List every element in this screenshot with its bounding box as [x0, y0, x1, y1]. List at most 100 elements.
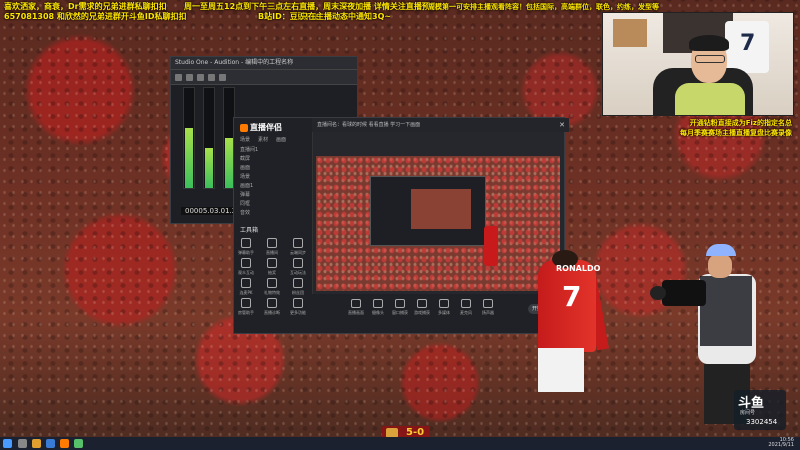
- mixer-channel[interactable]: [203, 87, 215, 189]
- toolbar-icon[interactable]: [175, 73, 182, 81]
- window-icon: [395, 299, 405, 308]
- overlay-right-line2: 每月季赛赛场主播直播复盘比赛录像: [680, 129, 792, 137]
- tool-label: 更多功能: [290, 310, 306, 315]
- toolbar-icon[interactable]: [197, 73, 204, 81]
- browser-icon[interactable]: [46, 439, 55, 448]
- tool-icon: [293, 258, 303, 268]
- folder-icon[interactable]: [32, 439, 41, 448]
- start-icon[interactable]: [3, 439, 12, 448]
- overlay-text-top-right: 周模第一可安排主播观看阵容！包括国际，高端群位，联色，约练，发型等: [428, 3, 659, 11]
- level-meter: [225, 138, 233, 188]
- tool-button[interactable]: 观众互动: [238, 258, 254, 276]
- media-icon: [439, 299, 449, 308]
- microphone-button[interactable]: 麦克风: [456, 299, 476, 316]
- webcam-shirt: [675, 83, 745, 115]
- cameraman-cap: [706, 244, 736, 256]
- stream-preview[interactable]: [316, 156, 560, 291]
- app-icon[interactable]: [74, 439, 83, 448]
- tool-label: 观众互动: [238, 270, 254, 275]
- windows-taskbar: 10:56 2021/9/11: [0, 437, 800, 450]
- source-label: 多媒体: [438, 310, 450, 315]
- tool-button[interactable]: 粉丝团: [290, 278, 306, 296]
- webcam-box: [613, 19, 647, 47]
- tab-material[interactable]: 素材: [258, 136, 268, 143]
- source-camera-button[interactable]: 摄像头: [368, 299, 388, 316]
- overlay-text-line2: 657081308 和欣然的兄弟进群开斗鱼ID私聊扣扣: [4, 12, 187, 21]
- tab-scene[interactable]: 场景: [240, 136, 250, 143]
- cameraman-face: [708, 254, 732, 278]
- clock[interactable]: 10:56 2021/9/11: [768, 438, 794, 448]
- douyu-companion-window[interactable]: 直播伴侣 场景 素材 画面 直播间1 截屏 画面 场景 画面1 弹幕 同框 音效…: [233, 117, 569, 334]
- camera-lens: [650, 286, 666, 300]
- cameraman-vest: [700, 276, 752, 346]
- tool-icon: [241, 258, 251, 268]
- tool-button[interactable]: 连麦PK: [238, 278, 254, 296]
- tool-icon: [241, 298, 251, 308]
- search-icon[interactable]: [18, 439, 27, 448]
- source-window-button[interactable]: 窗口捕获: [390, 299, 410, 316]
- audio-editor-toolbar: [171, 70, 357, 85]
- scene-item[interactable]: 截屏: [240, 155, 250, 162]
- tool-label: 礼物特效: [264, 290, 280, 295]
- overlay-text-line4: 只在主播动态中通知3Q~: [300, 12, 392, 21]
- douyu-badge-sub: 房间号: [740, 410, 756, 416]
- broadcast-camera: [662, 280, 706, 306]
- mixer-channel[interactable]: [183, 87, 195, 189]
- tool-button[interactable]: 云端同步: [290, 238, 306, 256]
- nested-preview-window: [370, 176, 486, 246]
- preview-player: [484, 226, 498, 266]
- tool-button[interactable]: 房管助手: [238, 298, 254, 316]
- tool-label: 粉丝团: [292, 290, 304, 295]
- douyu-sidebar: 直播伴侣 场景 素材 画面 直播间1 截屏 画面 场景 画面1 弹幕 同框 音效…: [234, 118, 313, 333]
- tool-label: 互动玩法: [290, 270, 306, 275]
- toolbar-icon[interactable]: [219, 73, 226, 81]
- toolbar-icon[interactable]: [208, 73, 215, 81]
- close-icon[interactable]: ✕: [559, 118, 565, 132]
- overlay-right-text: 开通钻粉直接成为Fiz的指定名总 每月季赛赛场主播直播复盘比赛录像: [680, 118, 792, 138]
- tool-label: 弹幕助手: [238, 250, 254, 255]
- douyu-room-badge: 斗鱼 房间号 3302454: [734, 390, 786, 430]
- tool-button[interactable]: 礼物特效: [264, 278, 280, 296]
- tools-title: 工具箱: [240, 227, 259, 234]
- scene-item[interactable]: 音效: [240, 209, 250, 216]
- room-title-text: 直播间名：看球的时候 看看直播 学习一下画面: [317, 122, 421, 128]
- tool-icon: [267, 258, 277, 268]
- tool-icon: [293, 278, 303, 288]
- tab-picture[interactable]: 画面: [276, 136, 286, 143]
- tool-icon: [241, 238, 251, 248]
- nested-preview-image: [411, 189, 471, 229]
- level-meter: [185, 128, 193, 188]
- scene-item[interactable]: 直播间1: [240, 146, 258, 153]
- source-label: 摄像头: [372, 310, 384, 315]
- scene-item[interactable]: 画面: [240, 164, 250, 171]
- tool-button[interactable]: 更多功能: [290, 298, 306, 316]
- scene-item[interactable]: 画面1: [240, 182, 253, 189]
- tool-button[interactable]: 抽奖: [264, 258, 280, 276]
- tool-button[interactable]: 直播间: [264, 238, 280, 256]
- scene-item[interactable]: 弹幕: [240, 191, 250, 198]
- overlay-right-line1: 开通钻粉直接成为Fiz的指定名总: [689, 119, 792, 127]
- audio-editor-titlebar[interactable]: Studio One - Audition - 编辑中的工程名称: [171, 57, 357, 70]
- streamer-webcam: 7: [602, 12, 794, 116]
- level-meter: [205, 148, 213, 188]
- speaker-button[interactable]: 扬声器: [478, 299, 498, 316]
- source-screen-button[interactable]: 直播画面: [346, 299, 366, 316]
- source-game-button[interactable]: 游戏捕获: [412, 299, 432, 316]
- douyu-app-icon[interactable]: [60, 439, 69, 448]
- scene-item[interactable]: 同框: [240, 200, 250, 207]
- tool-icon: [267, 238, 277, 248]
- tool-label: 云端同步: [290, 250, 306, 255]
- tool-label: 直播诊断: [264, 310, 280, 315]
- clock-date: 2021/9/11: [768, 442, 794, 448]
- player-ronaldo: RONALDO 7: [532, 250, 624, 440]
- webcam-glasses: [695, 55, 725, 63]
- tool-button[interactable]: 弹幕助手: [238, 238, 254, 256]
- tool-button[interactable]: 直播诊断: [264, 298, 280, 316]
- player-name: RONALDO: [556, 264, 601, 273]
- tool-icon: [267, 278, 277, 288]
- microphone-icon: [461, 299, 471, 308]
- tool-button[interactable]: 互动玩法: [290, 258, 306, 276]
- source-media-button[interactable]: 多媒体: [434, 299, 454, 316]
- scene-item[interactable]: 场景: [240, 173, 250, 180]
- toolbar-icon[interactable]: [186, 73, 193, 81]
